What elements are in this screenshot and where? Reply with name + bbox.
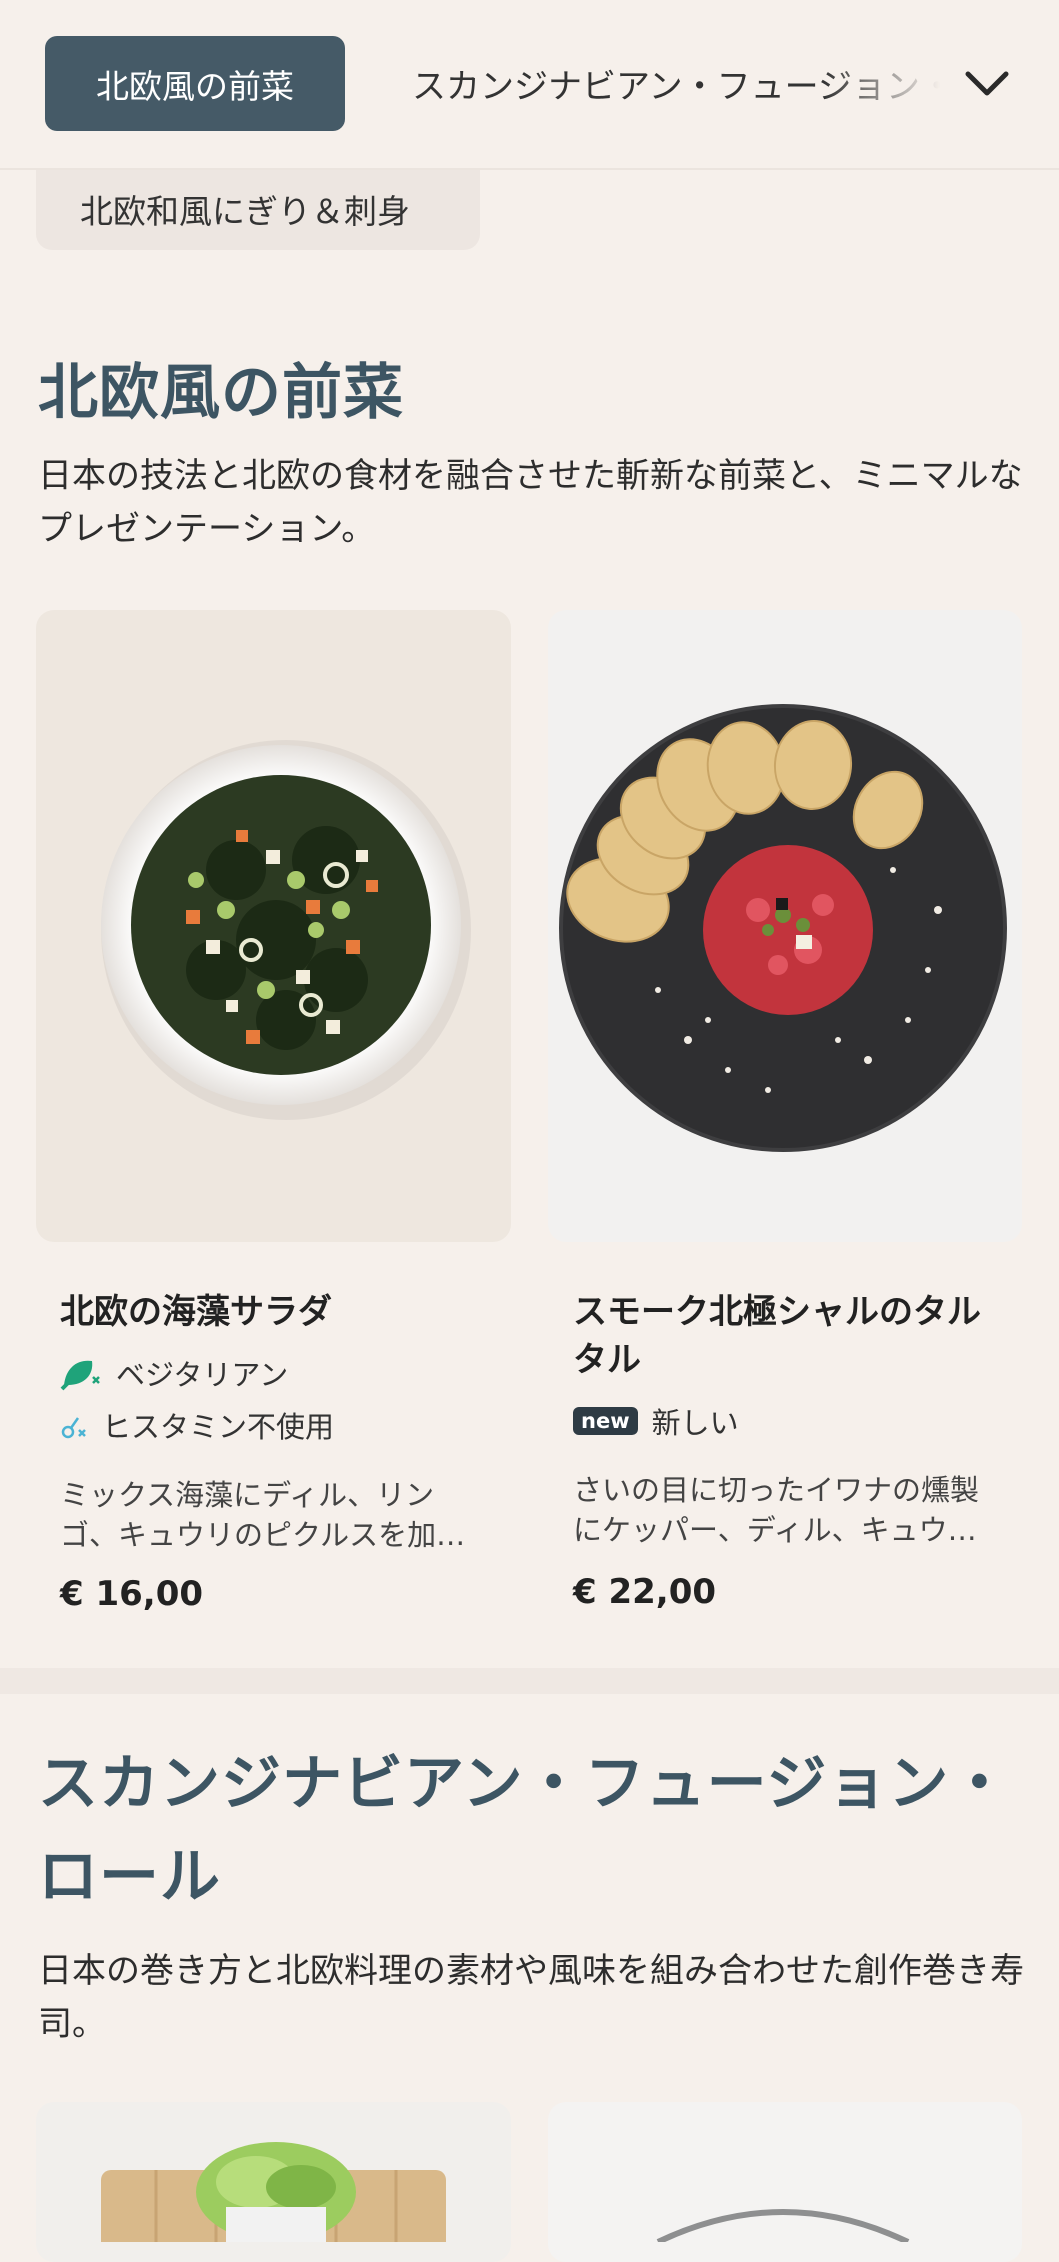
tag-label: 新しい — [651, 1406, 739, 1440]
fusion-roll-image-2[interactable] — [548, 2102, 1022, 2262]
histamine-free-icon — [60, 1410, 88, 1440]
arctic-char-tartare-image[interactable] — [548, 610, 1022, 1242]
category-nav: 北欧風の前菜 スカンジナビアン・フュージョン・ロール — [0, 0, 1059, 170]
tab-nordic-appetizers[interactable]: 北欧風の前菜 — [45, 36, 345, 131]
item-tag-histamine-free: ヒスタミン不使用 — [60, 1404, 334, 1446]
tag-label: ベジタリアン — [116, 1358, 289, 1392]
item-price: € 22,00 — [573, 1572, 717, 1612]
section-divider — [0, 1668, 1059, 1694]
section-description: 日本の巻き方と北欧料理の素材や風味を組み合わせた創作巻き寿司。 — [38, 1951, 1024, 2044]
item-description: ミックス海藻にディル、リンゴ、キュウリのピクルスを加… — [60, 1478, 466, 1552]
tab-fusion-rolls[interactable]: スカンジナビアン・フュージョン・ロール — [412, 36, 940, 131]
item-tag-vegetarian: ベジタリアン — [60, 1352, 288, 1394]
vegetarian-leaf-icon — [60, 1355, 102, 1391]
seaweed-salad-image[interactable] — [36, 610, 511, 1242]
chevron-down-icon[interactable] — [958, 58, 1016, 108]
section-description: 日本の技法と北欧の食材を融合させた斬新な前菜と、ミニマルなプレゼンテーション。 — [38, 456, 1023, 549]
item-name[interactable]: スモーク北極シャルのタルタル — [573, 1288, 1013, 1384]
tag-label: ヒスタミン不使用 — [102, 1410, 335, 1444]
fusion-roll-image[interactable] — [36, 2102, 511, 2262]
item-name[interactable]: 北欧の海藻サラダ — [60, 1288, 500, 1336]
item-price: € 16,00 — [60, 1574, 204, 1614]
item-description: さいの目に切ったイワナの燻製にケッパー、ディル、キュウ… — [573, 1473, 980, 1547]
item-tag-new: new 新しい — [573, 1400, 739, 1442]
new-badge: new — [573, 1407, 638, 1435]
section-title: スカンジナビアン・フュージョン・ロール — [38, 1749, 1011, 1912]
section-title: 北欧風の前菜 — [38, 358, 404, 428]
